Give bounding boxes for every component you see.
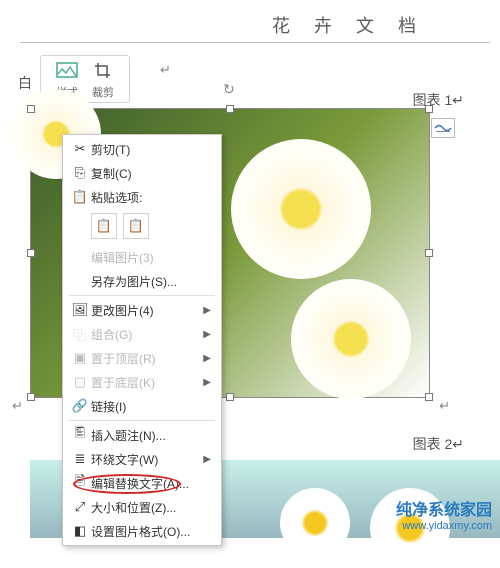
crop-label: 裁剪 xyxy=(92,84,114,100)
menu-edit-picture: 编辑图片(3) xyxy=(63,245,221,269)
menu-edit-alt-text[interactable]: 🖹 编辑替换文字(A)... xyxy=(63,471,221,495)
link-icon: 🔗 xyxy=(69,398,91,414)
size-position-icon: ⤢ xyxy=(69,499,91,515)
document-title: 花卉文档 xyxy=(272,12,440,38)
flower-graphic xyxy=(280,488,350,558)
resize-handle-sw[interactable] xyxy=(27,393,35,401)
resize-handle-s[interactable] xyxy=(226,393,234,401)
resize-handle-n[interactable] xyxy=(226,105,234,113)
copy-icon: ⎘ xyxy=(69,165,91,181)
wrap-text-icon: ≣ xyxy=(69,451,91,467)
menu-send-back: ▢ 置于底层(K) ▶ xyxy=(63,370,221,394)
submenu-arrow-icon: ▶ xyxy=(203,305,211,316)
submenu-arrow-icon: ▶ xyxy=(203,353,211,364)
group-icon: ⿻ xyxy=(69,325,91,344)
menu-size-position[interactable]: ⤢ 大小和位置(Z)... xyxy=(63,495,221,519)
menu-separator xyxy=(69,420,215,421)
menu-format-picture[interactable]: ◧ 设置图片格式(O)... xyxy=(63,519,221,543)
cut-icon: ✂ xyxy=(69,141,91,157)
caption-2: 图表 2↵ xyxy=(413,434,464,454)
watermark: 纯净系统家园 www.yidaxmy.com xyxy=(396,496,492,532)
menu-paste-options: 📋 粘贴选项: xyxy=(63,185,221,209)
menu-group: ⿻ 组合(G) ▶ xyxy=(63,322,221,346)
paste-icon: 📋 xyxy=(69,189,91,205)
context-menu: ✂ 剪切(T) ⎘ 复制(C) 📋 粘贴选项: 📋 📋 编辑图片(3) 另存为图… xyxy=(62,134,222,546)
flower-graphic xyxy=(231,139,371,279)
menu-insert-caption[interactable]: 🖺 插入题注(N)... xyxy=(63,423,221,447)
submenu-arrow-icon: ▶ xyxy=(203,329,211,340)
paragraph-mark: ↵ xyxy=(439,398,450,414)
paste-option-2[interactable]: 📋 xyxy=(123,213,149,239)
crop-icon xyxy=(92,60,114,82)
submenu-arrow-icon: ▶ xyxy=(203,377,211,388)
resize-handle-se[interactable] xyxy=(425,393,433,401)
watermark-title: 纯净系统家园 xyxy=(396,496,492,520)
change-picture-icon: 🖼 xyxy=(69,302,91,318)
submenu-arrow-icon: ▶ xyxy=(203,454,211,465)
paste-options-row: 📋 📋 xyxy=(63,209,221,245)
menu-change-picture[interactable]: 🖼 更改图片(4) ▶ xyxy=(63,298,221,322)
header-underline xyxy=(20,42,490,43)
resize-handle-w[interactable] xyxy=(27,249,35,257)
alt-text-icon: 🖹 xyxy=(69,472,91,494)
caption-icon: 🖺 xyxy=(69,424,91,446)
ribbon-left-label: 白 xyxy=(18,73,32,93)
menu-cut[interactable]: ✂ 剪切(T) xyxy=(63,137,221,161)
rotate-handle[interactable]: ↻ xyxy=(223,81,237,95)
menu-link[interactable]: 🔗 链接(I) xyxy=(63,394,221,418)
caption-1: 图表 1↵ xyxy=(413,90,464,110)
menu-bring-front: ▣ 置于顶层(R) ▶ xyxy=(63,346,221,370)
watermark-url: www.yidaxmy.com xyxy=(396,520,492,532)
menu-copy[interactable]: ⎘ 复制(C) xyxy=(63,161,221,185)
format-picture-icon: ◧ xyxy=(69,523,91,539)
paragraph-mark: ↵ xyxy=(160,62,171,78)
menu-separator xyxy=(69,295,215,296)
picture-style-icon xyxy=(56,60,78,82)
menu-wrap-text[interactable]: ≣ 环绕文字(W) ▶ xyxy=(63,447,221,471)
flower-graphic xyxy=(291,279,411,399)
menu-save-as-picture[interactable]: 另存为图片(S)... xyxy=(63,269,221,293)
layout-options-button[interactable] xyxy=(431,118,455,138)
resize-handle-e[interactable] xyxy=(425,249,433,257)
crop-button[interactable]: 裁剪 xyxy=(85,60,121,100)
bring-front-icon: ▣ xyxy=(69,350,91,366)
resize-handle-nw[interactable] xyxy=(27,105,35,113)
send-back-icon: ▢ xyxy=(69,374,91,390)
paste-option-1[interactable]: 📋 xyxy=(91,213,117,239)
paragraph-mark: ↵ xyxy=(12,398,23,414)
